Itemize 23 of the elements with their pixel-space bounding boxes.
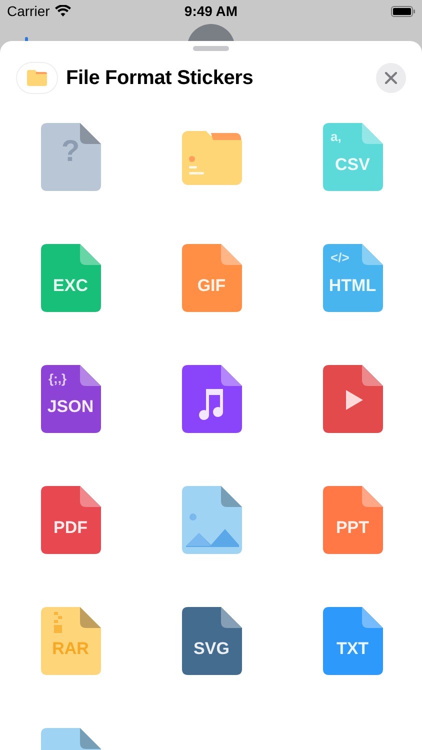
- video-file-sticker[interactable]: [322, 365, 382, 433]
- file-sticker[interactable]: PPT: [322, 486, 382, 554]
- file-sticker[interactable]: EXC: [40, 244, 100, 312]
- file-sticker[interactable]: TXT: [322, 607, 382, 675]
- sheet-grabber[interactable]: [193, 46, 229, 51]
- app-icon: [16, 62, 58, 94]
- file-sticker[interactable]: </> HTML: [322, 244, 382, 312]
- close-button[interactable]: [376, 63, 406, 93]
- unknown-file-sticker[interactable]: ?: [40, 123, 100, 191]
- archive-file-sticker[interactable]: RAR: [40, 607, 100, 675]
- image-file-sticker[interactable]: [182, 486, 242, 554]
- file-sticker[interactable]: PDF: [40, 486, 100, 554]
- close-icon: [385, 72, 397, 84]
- file-sticker[interactable]: GIF: [182, 244, 242, 312]
- file-sticker[interactable]: SVG: [182, 607, 242, 675]
- wifi-icon: [54, 5, 71, 17]
- status-time: 9:49 AM: [184, 2, 238, 20]
- battery-icon: [391, 6, 415, 16]
- music-file-sticker[interactable]: [182, 365, 242, 433]
- file-sticker[interactable]: {;,} JSON: [40, 365, 100, 433]
- carrier-name: Carrier: [7, 2, 50, 20]
- file-sticker[interactable]: a, CSV: [322, 123, 382, 191]
- sheet-title: File Format Stickers: [66, 66, 254, 91]
